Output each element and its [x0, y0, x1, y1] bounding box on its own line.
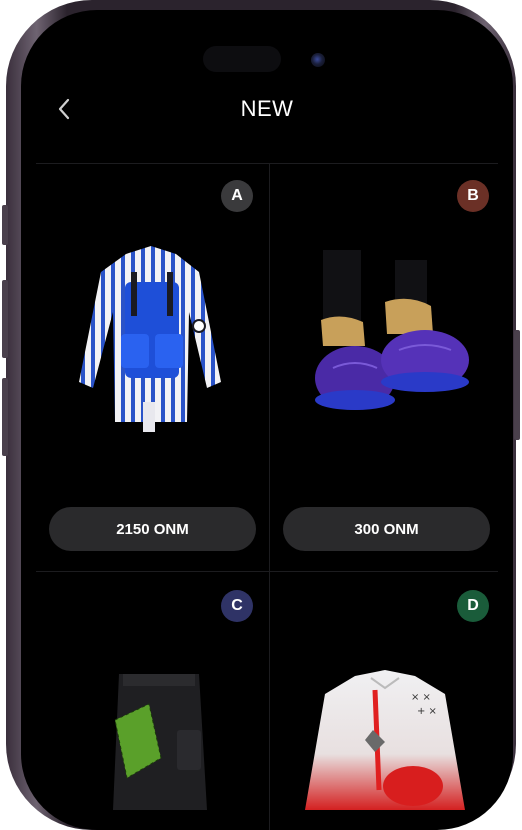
badge-b[interactable]: B: [457, 180, 489, 212]
action-button: [2, 205, 8, 245]
cargo-pants-image: [113, 674, 207, 810]
page-title: NEW: [240, 96, 294, 121]
purple-boots-image: [315, 250, 469, 410]
price-button-b[interactable]: 300 ONM: [283, 507, 490, 551]
svg-text:× ×: × ×: [411, 692, 431, 703]
divider: [269, 163, 270, 830]
volume-down-button: [2, 378, 8, 456]
white-red-jacket-image: × × + ×: [305, 670, 465, 810]
front-camera: [311, 53, 325, 67]
phone-frame: NEW A 2150 ONM B 300 ONM C D × × + ×: [2, 0, 520, 830]
power-button: [514, 330, 520, 440]
striped-jacket-image: [79, 246, 221, 432]
divider: [36, 163, 498, 164]
svg-text:+ ×: + ×: [417, 706, 437, 717]
phone-screen: NEW A 2150 ONM B 300 ONM C D × × + ×: [21, 10, 513, 830]
divider: [36, 571, 498, 572]
volume-up-button: [2, 280, 8, 358]
price-button-a[interactable]: 2150 ONM: [49, 507, 256, 551]
badge-d[interactable]: D: [457, 590, 489, 622]
badge-c[interactable]: C: [221, 590, 253, 622]
badge-a[interactable]: A: [221, 180, 253, 212]
dynamic-island: [203, 46, 281, 72]
